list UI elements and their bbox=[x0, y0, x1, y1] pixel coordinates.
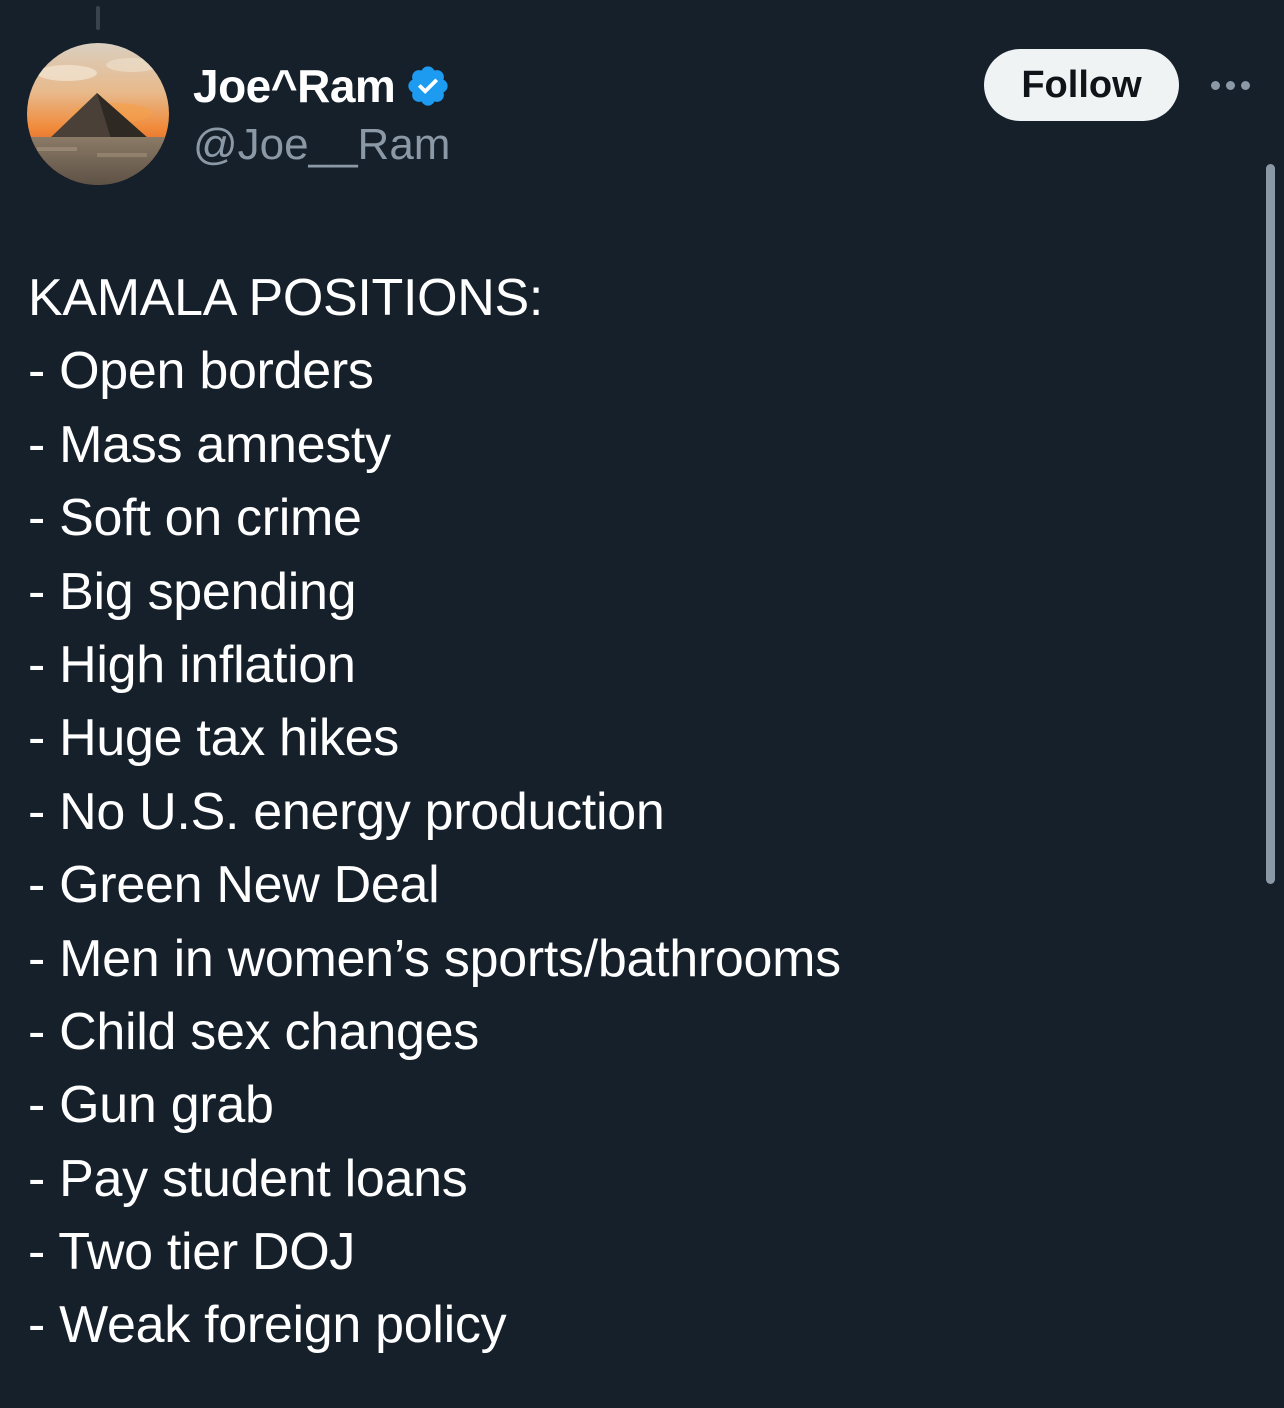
more-options-icon[interactable] bbox=[1204, 70, 1256, 100]
tweet-text: KAMALA POSITIONS: - Open borders - Mass … bbox=[28, 262, 1228, 1363]
tweet-list-item: - Open borders bbox=[28, 342, 374, 401]
author-name-row[interactable]: Joe^Ram bbox=[193, 58, 451, 114]
tweet-list-item: - Soft on crime bbox=[28, 489, 362, 548]
more-dot bbox=[1225, 80, 1235, 90]
more-dot bbox=[1240, 80, 1250, 90]
follow-button[interactable]: Follow bbox=[984, 49, 1179, 121]
author-display-name[interactable]: Joe^Ram bbox=[193, 59, 396, 113]
tweet-list-item: - Two tier DOJ bbox=[28, 1223, 356, 1282]
tweet-list-item: - Weak foreign policy bbox=[28, 1296, 507, 1355]
tweet-list-item: - Big spending bbox=[28, 562, 357, 621]
author-handle[interactable]: @Joe__Ram bbox=[193, 120, 450, 170]
tweet-list-item: - Pay student loans bbox=[28, 1149, 468, 1208]
pyramid-sunset-avatar-icon bbox=[27, 43, 169, 185]
thread-connector-line bbox=[96, 6, 100, 30]
tweet-list-item: - Men in women’s sports/bathrooms bbox=[28, 929, 841, 988]
verified-badge-icon bbox=[408, 66, 448, 106]
more-dot bbox=[1210, 80, 1220, 90]
tweet-list-item: - Huge tax hikes bbox=[28, 709, 399, 768]
tweet-heading: KAMALA POSITIONS: bbox=[28, 269, 544, 327]
tweet-list-item: - Gun grab bbox=[28, 1076, 274, 1135]
tweet-list-item: - Mass amnesty bbox=[28, 415, 391, 474]
avatar[interactable] bbox=[27, 43, 169, 185]
scrollbar[interactable] bbox=[1266, 164, 1275, 884]
tweet-list-item: - Child sex changes bbox=[28, 1002, 479, 1061]
tweet-list-item: - Green New Deal bbox=[28, 856, 440, 915]
tweet-list-item: - High inflation bbox=[28, 635, 356, 694]
tweet-list-item: - No U.S. energy production bbox=[28, 782, 665, 841]
